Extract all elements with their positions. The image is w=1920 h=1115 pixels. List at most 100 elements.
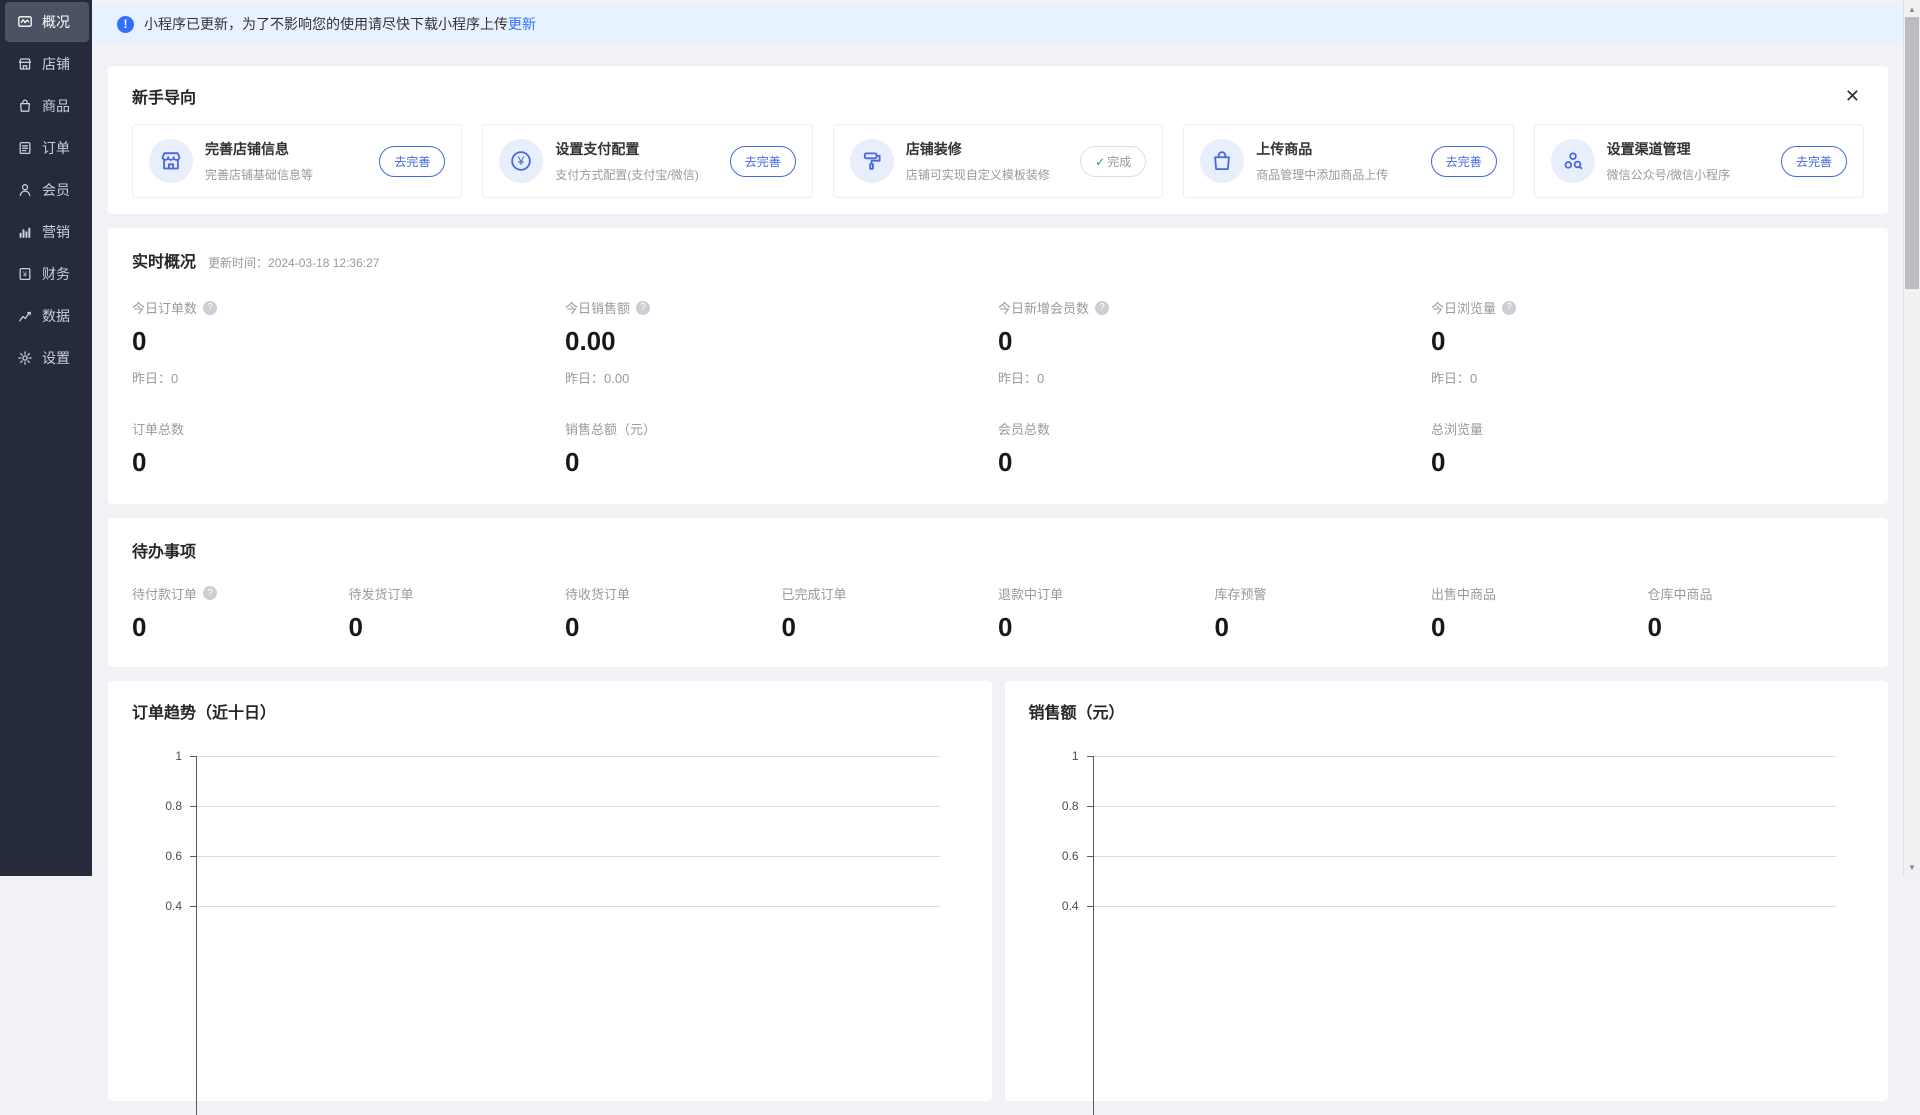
scrollbar-thumb[interactable] [1905, 17, 1919, 289]
go-complete-button[interactable]: 去完善 [1781, 146, 1847, 177]
stat-total-sales: 销售总额（元） 0 [565, 419, 998, 478]
realtime-overview-card: 实时概况 更新时间：2024-03-18 12:36:27 今日订单数? 0 昨… [108, 228, 1888, 504]
stat-value: 0 [1431, 613, 1648, 643]
go-complete-button[interactable]: 去完善 [379, 146, 445, 177]
help-icon[interactable]: ? [203, 301, 217, 315]
stat-total-members: 会员总数 0 [998, 419, 1431, 478]
y-tick-label: 0.4 [1029, 899, 1079, 913]
stat-value: 0 [565, 613, 782, 643]
stat-value: 0 [1431, 327, 1864, 357]
done-badge[interactable]: ✓完成 [1080, 146, 1146, 177]
stat-label: 今日订单数 [132, 298, 197, 317]
stat-label: 待收货订单 [565, 584, 630, 603]
y-tick-label: 0.6 [132, 849, 182, 863]
y-tick-label: 1 [132, 749, 182, 763]
pay-icon: ¥ [499, 139, 543, 183]
todo-card: 待办事项 待付款订单? 0 待发货订单 0 待收货订单 0 [108, 518, 1888, 667]
todo-on-sale-goods: 出售中商品 0 [1431, 584, 1648, 643]
scrollbar-up-arrow[interactable]: ▲ [1904, 1, 1920, 17]
stat-label: 待付款订单 [132, 584, 197, 603]
stat-label: 待发货订单 [349, 584, 414, 603]
sidebar-item-orders[interactable]: 订单 [5, 128, 89, 168]
guide-card-upload-goods: 上传商品 商品管理中添加商品上传 去完善 [1183, 124, 1513, 198]
stat-label: 库存预警 [1215, 584, 1267, 603]
guide-title: 新手导向 [132, 84, 196, 108]
check-icon: ✓ [1095, 155, 1105, 169]
sidebar-item-overview[interactable]: 概况 [5, 2, 89, 42]
stat-value: 0 [132, 613, 349, 643]
stat-yesterday: 昨日：0 [132, 368, 565, 387]
y-axis-line [1093, 756, 1094, 1115]
stat-label: 已完成订单 [782, 584, 847, 603]
marketing-icon [17, 224, 33, 240]
stat-label: 会员总数 [998, 419, 1050, 438]
close-icon[interactable]: ✕ [1841, 85, 1864, 107]
sidebar-item-settings[interactable]: 设置 [5, 338, 89, 378]
sidebar-item-marketing[interactable]: 营销 [5, 212, 89, 252]
sidebar-item-finance[interactable]: ¥ 财务 [5, 254, 89, 294]
stat-value: 0 [132, 448, 565, 478]
y-axis-line [196, 756, 197, 1115]
y-tick-label: 0.8 [1029, 799, 1079, 813]
paint-roller-icon [850, 139, 894, 183]
y-tick-label: 0.4 [132, 899, 182, 913]
y-tick-label: 1 [1029, 749, 1079, 763]
stat-yesterday: 昨日：0.00 [565, 368, 998, 387]
guide-cards-row: 完善店铺信息 完善店铺基础信息等 去完善 ¥ 设置支付配置 支付方式配置(支付宝… [132, 124, 1864, 198]
stat-label: 订单总数 [132, 419, 184, 438]
dashboard-icon [17, 14, 33, 30]
newbie-guide-card: 新手导向 ✕ 完善店铺信息 完善店铺基础信息等 去完善 [108, 66, 1888, 214]
help-icon[interactable]: ? [1502, 301, 1516, 315]
go-complete-button[interactable]: 去完善 [1431, 146, 1497, 177]
gridline [1093, 906, 1837, 907]
help-icon[interactable]: ? [1095, 301, 1109, 315]
sales-chart-title: 销售额（元） [1029, 699, 1865, 723]
help-icon[interactable]: ? [636, 301, 650, 315]
sidebar-item-label: 商品 [42, 96, 70, 116]
scrollbar-down-arrow[interactable]: ▼ [1904, 859, 1920, 875]
sidebar-item-members[interactable]: 会员 [5, 170, 89, 210]
update-link[interactable]: 更新 [508, 14, 536, 34]
stat-total-pageviews: 总浏览量 0 [1431, 419, 1864, 478]
go-complete-button[interactable]: 去完善 [730, 146, 796, 177]
store-icon [149, 139, 193, 183]
guide-card-title: 设置支付配置 [555, 141, 639, 157]
shop-icon [17, 56, 33, 72]
stat-value: 0 [1431, 448, 1864, 478]
guide-card-payment-config: ¥ 设置支付配置 支付方式配置(支付宝/微信) 去完善 [482, 124, 812, 198]
sidebar-item-label: 订单 [42, 138, 70, 158]
member-icon [17, 182, 33, 198]
update-time: 更新时间：2024-03-18 12:36:27 [208, 254, 379, 271]
sidebar-item-label: 概况 [42, 12, 70, 32]
order-icon [17, 140, 33, 156]
sidebar-item-label: 数据 [42, 306, 70, 326]
gridline [1093, 806, 1837, 807]
stat-value: 0 [132, 327, 565, 357]
main-content: ! 小程序已更新，为了不影响您的使用请尽快下载小程序上传 更新 新手导向 ✕ [92, 0, 1903, 876]
sidebar-item-shop[interactable]: 店铺 [5, 44, 89, 84]
guide-card-title: 设置渠道管理 [1607, 141, 1691, 157]
todo-completed-orders: 已完成订单 0 [782, 584, 999, 643]
stat-label: 退款中订单 [998, 584, 1063, 603]
sidebar-item-data[interactable]: 数据 [5, 296, 89, 336]
stat-label: 今日销售额 [565, 298, 630, 317]
y-tick-label: 0.6 [1029, 849, 1079, 863]
stat-value: 0 [782, 613, 999, 643]
guide-card-subtitle: 微信公众号/微信小程序 [1607, 166, 1775, 183]
todo-grid: 待付款订单? 0 待发货订单 0 待收货订单 0 已完成订单 0 [132, 584, 1864, 643]
guide-card-title: 上传商品 [1256, 141, 1312, 157]
help-icon[interactable]: ? [203, 586, 217, 600]
guide-card-title: 店铺装修 [906, 141, 962, 157]
gridline [196, 856, 940, 857]
stat-today-orders: 今日订单数? 0 昨日：0 [132, 298, 565, 387]
sidebar-item-goods[interactable]: 商品 [5, 86, 89, 126]
stat-today-new-members: 今日新增会员数? 0 昨日：0 [998, 298, 1431, 387]
done-label: 完成 [1107, 155, 1131, 169]
charts-row: 订单趋势（近十日） 1 0.8 0.6 0.4 [108, 681, 1888, 1101]
vertical-scrollbar[interactable]: ▲ ▼ [1903, 0, 1920, 876]
goods-icon [17, 98, 33, 114]
todo-unpaid-orders: 待付款订单? 0 [132, 584, 349, 643]
update-notice-bar: ! 小程序已更新，为了不影响您的使用请尽快下载小程序上传 更新 [92, 4, 1903, 44]
todo-to-receive-orders: 待收货订单 0 [565, 584, 782, 643]
sales-chart: 1 0.8 0.6 0.4 [1029, 735, 1865, 1115]
